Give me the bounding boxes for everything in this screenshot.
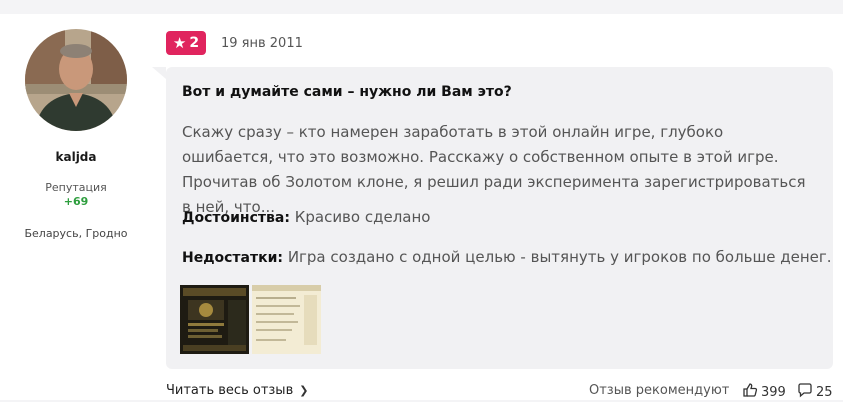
review-title[interactable]: Вот и думайте сами – нужно ли Вам это? xyxy=(182,84,512,100)
avatar[interactable] xyxy=(25,29,127,131)
cons-label: Недостатки: xyxy=(182,250,284,266)
review-date: 19 янв 2011 xyxy=(221,36,303,51)
rating-badge: ★ 2 xyxy=(166,31,206,55)
review-photo-thumbnail[interactable] xyxy=(252,285,321,354)
pros-text: Красиво сделано xyxy=(294,208,431,226)
read-full-review-link[interactable]: Читать весь отзыв ❯ xyxy=(166,383,308,398)
pros-label: Достоинства: xyxy=(182,210,290,226)
reputation-value: +69 xyxy=(63,195,89,208)
review-cons: Недостатки: Игра создано с одной целью -… xyxy=(182,248,832,266)
star-icon: ★ xyxy=(172,33,187,52)
thumbs-up-icon xyxy=(742,382,758,402)
review-text: Скажу сразу – кто намерен заработать в э… xyxy=(182,123,806,216)
author-name[interactable]: kaljda xyxy=(0,150,152,164)
cons-text: Игра создано с одной целью - вытянуть у … xyxy=(287,248,832,266)
like-button[interactable]: 399 xyxy=(742,382,786,402)
comments-button[interactable]: 25 xyxy=(797,382,833,402)
rating-value: 2 xyxy=(189,35,200,51)
comment-icon xyxy=(797,382,813,402)
review-photo-thumbnail[interactable] xyxy=(180,285,249,354)
likes-count: 399 xyxy=(761,384,786,400)
author-location: Беларусь, Гродно xyxy=(24,227,128,240)
review-bubble: Вот и думайте сами – нужно ли Вам это? С… xyxy=(152,67,833,369)
chevron-right-icon: ❯ xyxy=(299,384,309,397)
reputation-label: Репутация xyxy=(45,181,107,194)
read-full-label: Читать весь отзыв xyxy=(166,383,294,398)
comments-count: 25 xyxy=(816,384,833,400)
review-pros: Достоинства: Красиво сделано xyxy=(182,208,430,226)
recommend-label: Отзыв рекомендуют xyxy=(589,383,730,398)
